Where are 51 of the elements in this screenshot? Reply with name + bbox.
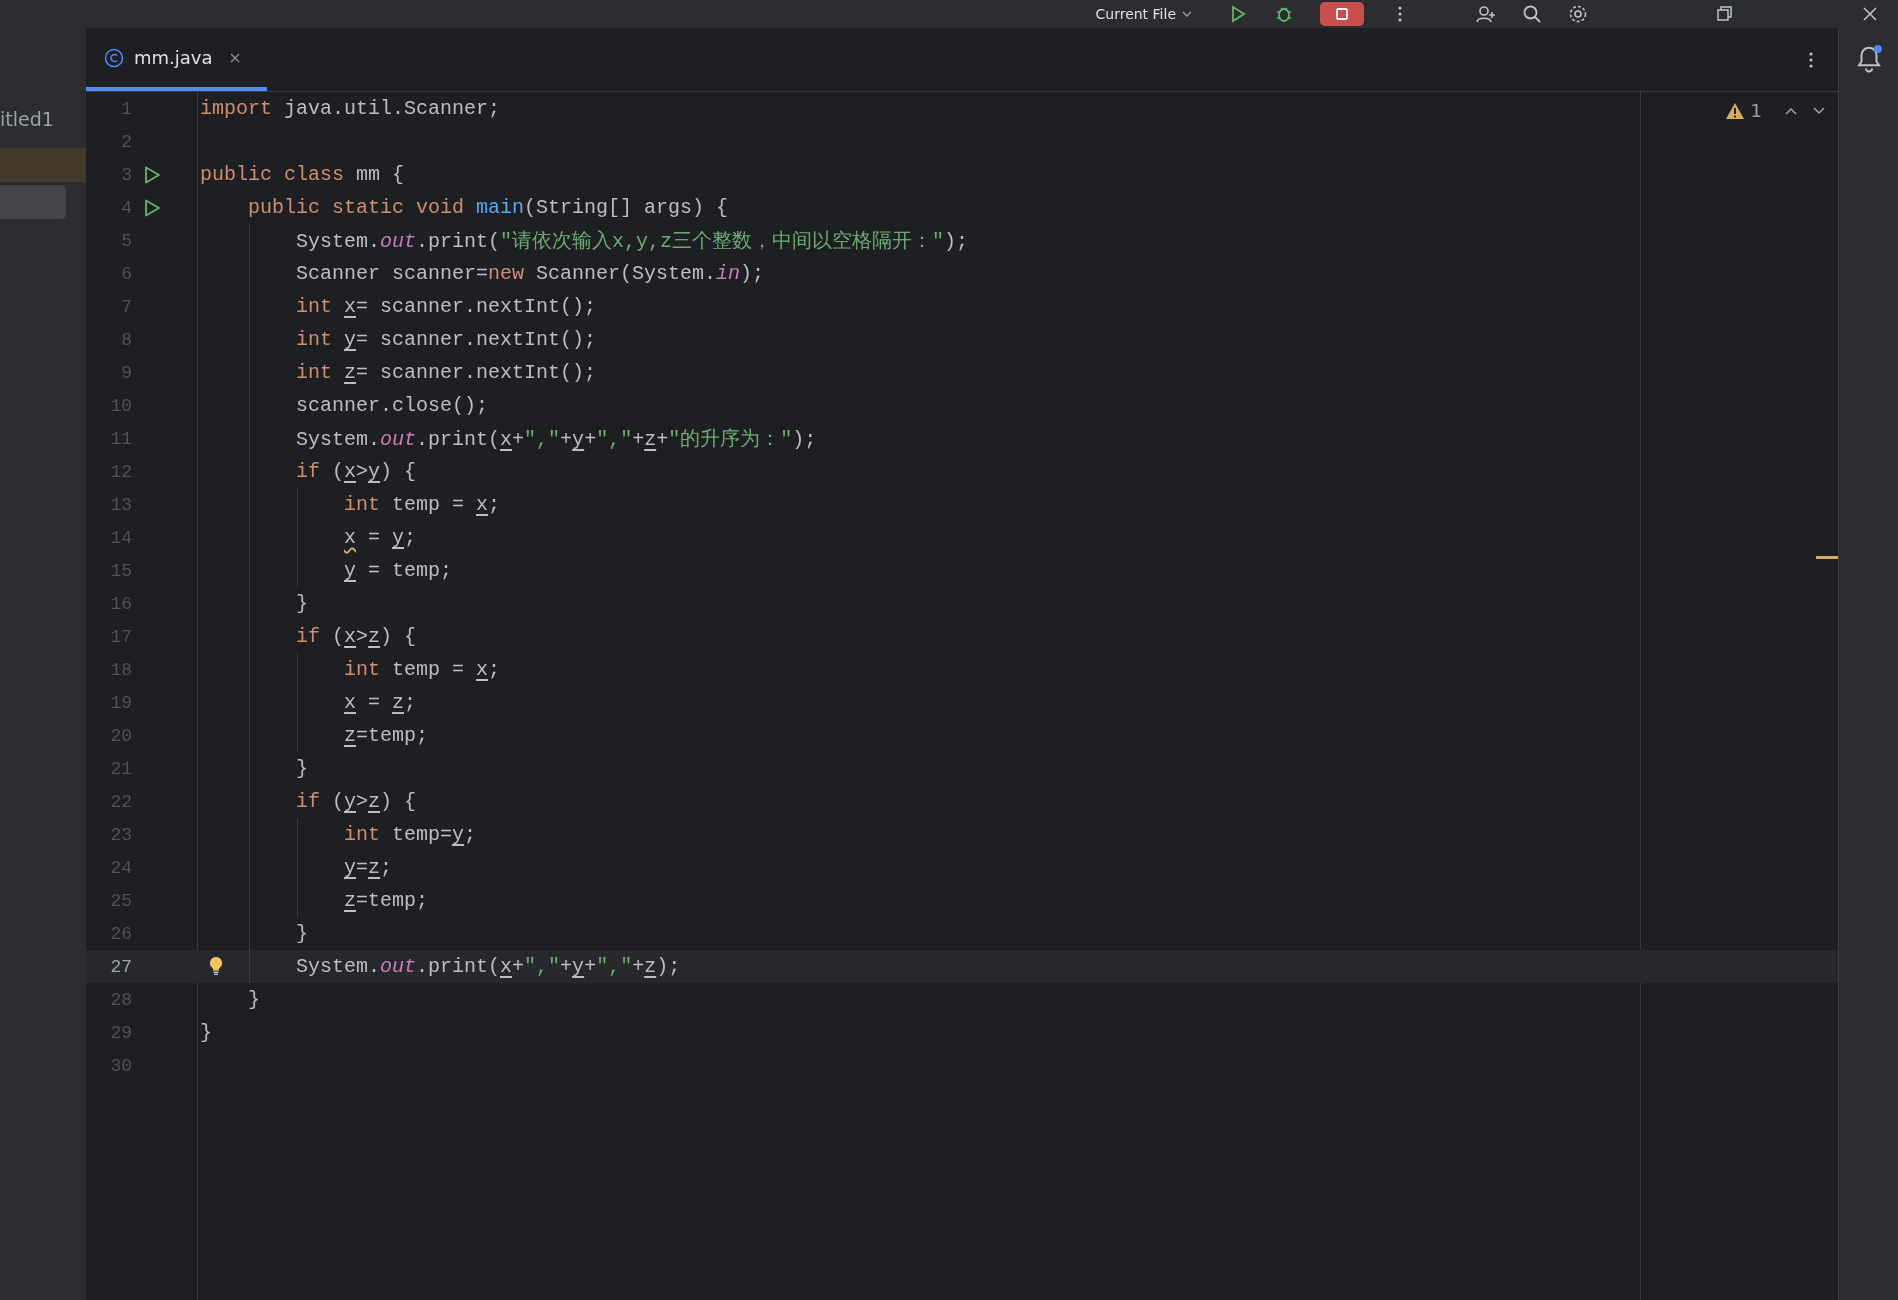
code-line: scanner.close(); bbox=[296, 394, 489, 417]
run-icon[interactable] bbox=[142, 197, 162, 218]
code-line: x = y; bbox=[344, 526, 417, 549]
chevron-down-icon[interactable] bbox=[1812, 105, 1826, 116]
code-line: System.out.print(x+","+y+","+z+"的升序为："); bbox=[296, 427, 817, 452]
code-line: System.out.print("请依次输入x,y,z三个整数，中间以空格隔开："); bbox=[296, 229, 969, 254]
stop-button[interactable] bbox=[1320, 2, 1364, 26]
code-line: z=temp; bbox=[344, 724, 429, 747]
warning-icon bbox=[1724, 101, 1745, 120]
warning-marker[interactable] bbox=[1816, 556, 1838, 559]
code-line: x = z; bbox=[344, 691, 417, 714]
code-line: public static void main(String[] args) { bbox=[248, 196, 729, 219]
code-line: } bbox=[200, 1021, 212, 1044]
code-line: Scanner scanner=new Scanner(System.in); bbox=[296, 262, 765, 285]
chevron-up-icon[interactable] bbox=[1784, 105, 1798, 116]
code-line: } bbox=[296, 922, 308, 945]
code-line: public class mm { bbox=[200, 163, 405, 186]
code-line: } bbox=[248, 988, 260, 1011]
line-number: 27 bbox=[109, 956, 132, 977]
stop-icon bbox=[1335, 7, 1349, 21]
run-icon[interactable] bbox=[142, 164, 162, 185]
code-line: int x= scanner.nextInt(); bbox=[296, 295, 597, 318]
code-line: if (y>z) { bbox=[296, 790, 417, 813]
search-icon[interactable] bbox=[1522, 4, 1542, 24]
file-tab[interactable]: mm.java bbox=[86, 28, 267, 91]
code-line: y = temp; bbox=[344, 559, 453, 582]
add-user-icon[interactable] bbox=[1476, 4, 1496, 24]
restore-window-icon[interactable] bbox=[1714, 4, 1734, 24]
row-highlight bbox=[0, 185, 66, 219]
bug-icon[interactable] bbox=[1274, 4, 1294, 24]
code-line: if (x>z) { bbox=[296, 625, 417, 648]
lightbulb-icon[interactable] bbox=[209, 956, 223, 976]
code-line: if (x>y) { bbox=[296, 460, 417, 483]
code-line: } bbox=[296, 592, 308, 615]
code-line: int y= scanner.nextInt(); bbox=[296, 328, 597, 351]
project-tree-item[interactable]: itled1 bbox=[0, 106, 86, 132]
code-line: System.out.print(x+","+y+","+z); bbox=[296, 955, 681, 978]
caret-icon bbox=[1182, 11, 1192, 17]
code-line: y=z; bbox=[344, 856, 393, 879]
code-line: z=temp; bbox=[344, 889, 429, 912]
run-configuration-selector[interactable]: Current File bbox=[1095, 6, 1192, 22]
code-line: int z= scanner.nextInt(); bbox=[296, 361, 597, 384]
code-line: int temp=y; bbox=[344, 823, 477, 846]
code-line: } bbox=[296, 757, 308, 780]
inspection-widget[interactable]: 1 bbox=[1724, 100, 1826, 121]
code-line: import java.util.Scanner; bbox=[200, 97, 501, 120]
class-icon bbox=[104, 47, 124, 68]
settings-icon[interactable] bbox=[1568, 4, 1588, 24]
code-line: int temp = x; bbox=[344, 493, 501, 516]
close-icon[interactable] bbox=[228, 51, 241, 64]
code-line: int temp = x; bbox=[344, 658, 501, 681]
